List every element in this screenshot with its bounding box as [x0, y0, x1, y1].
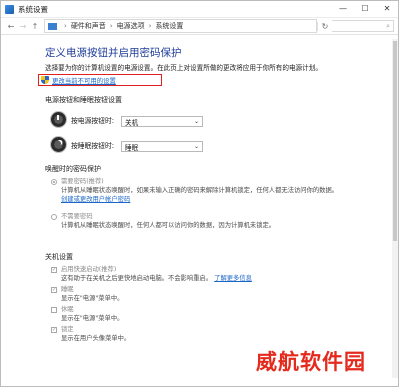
content: 定义电源按钮并启用密码保护 选择要为你的计算机设置的电源设置。在此页上对设置所做… — [45, 45, 390, 73]
no-password-desc: 计算机从睡眠状态唤醒时，任何人都可以访问你的数据，因为计算机未锁定。 — [61, 222, 276, 229]
power-button-row: 按电源按钮时: — [51, 112, 114, 127]
hibernate-label: 休眠 — [61, 306, 74, 313]
address-bar[interactable]: › 硬件和声音 › 电源选项 › 系统设置 — [44, 19, 317, 33]
power-buttons-heading: 电源按钮和睡眠按钮设置 — [45, 96, 122, 104]
lock-checkbox[interactable]: ✓ — [51, 327, 57, 333]
power-button-select[interactable]: 关机 ⌄ — [121, 116, 203, 127]
sleep-checkbox[interactable]: ✓ — [51, 287, 57, 293]
hibernate-desc: 显示在"电源"菜单中。 — [61, 315, 124, 322]
wake-password-heading: 唤醒时的密码保护 — [45, 165, 101, 173]
sleep-option[interactable]: ✓ 睡眠 — [51, 286, 74, 295]
sleep-button-select[interactable]: 睡眠 ⌄ — [121, 141, 203, 152]
maximize-button[interactable]: ☐ — [354, 1, 376, 17]
control-panel-icon — [48, 22, 57, 30]
power-button-value: 关机 — [125, 118, 139, 127]
create-password-link[interactable]: 创建或更改用户帐户密码 — [61, 196, 130, 203]
chevron-down-icon: ⌄ — [193, 143, 199, 150]
breadcrumb-separator: › — [109, 22, 113, 30]
search-icon: ⌕ — [386, 21, 390, 30]
fast-startup-desc: 这有助于在关机之后更快地启动电脑。不会影响重启。 了解更多信息 — [61, 275, 252, 284]
require-password-text: 计算机从睡眠状态唤醒时，如果未输入正确的密码来解除计算机锁定，任何人都无法访问你… — [61, 187, 339, 194]
hibernate-checkbox[interactable] — [51, 307, 57, 313]
scrollbar-thumb[interactable] — [393, 41, 397, 241]
breadcrumb-hardware-sound[interactable]: 硬件和声音 — [71, 21, 106, 31]
watermark: 威航软件园 — [256, 350, 366, 374]
lock-label: 锁定 — [61, 326, 74, 333]
fast-startup-checkbox[interactable]: ✓ — [51, 267, 57, 273]
change-unavailable-settings-link[interactable]: 更改当前不可用的设置 — [38, 74, 162, 86]
uac-shield-icon — [41, 76, 49, 84]
page-title: 定义电源按钮并启用密码保护 — [45, 47, 182, 59]
lock-desc: 显示在用户头像菜单中。 — [61, 335, 131, 342]
fast-startup-text: 这有助于在关机之后更快地启动电脑。不会影响重启。 — [61, 275, 213, 282]
minimize-button[interactable]: — — [332, 1, 354, 17]
search-input[interactable]: ⌕ — [332, 20, 394, 32]
require-password-radio[interactable] — [51, 179, 57, 185]
fast-startup-label: 启用快速启动(推荐) — [61, 266, 117, 273]
require-password-option[interactable]: 需要密码(推荐) — [51, 178, 104, 187]
require-password-label: 需要密码(推荐) — [61, 178, 104, 185]
lock-option[interactable]: ✓ 锁定 — [51, 326, 74, 335]
require-password-desc: 计算机从睡眠状态唤醒时，如果未输入正确的密码来解除计算机锁定，任何人都无法访问你… — [61, 187, 361, 204]
control-panel-icon — [5, 4, 14, 14]
refresh-button[interactable]: ↻ — [317, 21, 332, 31]
forward-button[interactable]: → — [17, 22, 29, 31]
breadcrumb-separator: › — [148, 22, 152, 30]
sleep-desc: 显示在"电源"菜单中。 — [61, 295, 124, 302]
breadcrumb-system-settings[interactable]: 系统设置 — [155, 21, 183, 31]
up-button[interactable]: ↑ — [29, 22, 41, 31]
shutdown-heading: 关机设置 — [45, 253, 73, 261]
chevron-down-icon: ⌄ — [193, 118, 199, 125]
settings-window: 系统设置 — ☐ ✕ ← → ↑ › 硬件和声音 › 电源选项 › 系统设置 ↻… — [0, 0, 399, 387]
no-password-option[interactable]: 不需要密码 — [51, 213, 92, 222]
breadcrumb-power-options[interactable]: 电源选项 — [117, 21, 145, 31]
vertical-scrollbar[interactable] — [392, 39, 398, 378]
fast-startup-option[interactable]: ✓ 启用快速启动(推荐) — [51, 266, 116, 275]
title-bar: 系统设置 — ☐ ✕ — [1, 1, 398, 17]
page-description: 选择要为你的计算机设置的电源设置。在此页上对设置所做的更改将应用于你所有的电源计… — [45, 64, 322, 72]
footer-bar — [1, 378, 398, 386]
learn-more-link[interactable]: 了解更多信息 — [214, 275, 252, 282]
power-button-label: 按电源按钮时: — [71, 116, 115, 125]
power-icon — [51, 112, 66, 127]
breadcrumb-separator: › — [64, 22, 67, 30]
no-password-radio[interactable] — [51, 214, 57, 220]
sleep-icon — [51, 137, 66, 152]
no-password-label: 不需要密码 — [61, 213, 93, 220]
sleep-button-value: 睡眠 — [125, 143, 139, 152]
back-button[interactable]: ← — [5, 22, 17, 31]
sleep-button-label: 按睡眠按钮时: — [71, 141, 115, 150]
change-link-label: 更改当前不可用的设置 — [52, 76, 116, 85]
address-toolbar: ← → ↑ › 硬件和声音 › 电源选项 › 系统设置 ↻ ⌕ — [1, 17, 398, 35]
hibernate-option[interactable]: 休眠 — [51, 306, 74, 315]
sleep-label: 睡眠 — [61, 286, 74, 293]
close-button[interactable]: ✕ — [376, 1, 398, 17]
window-title: 系统设置 — [18, 4, 48, 14]
sleep-button-row: 按睡眠按钮时: — [51, 137, 114, 152]
